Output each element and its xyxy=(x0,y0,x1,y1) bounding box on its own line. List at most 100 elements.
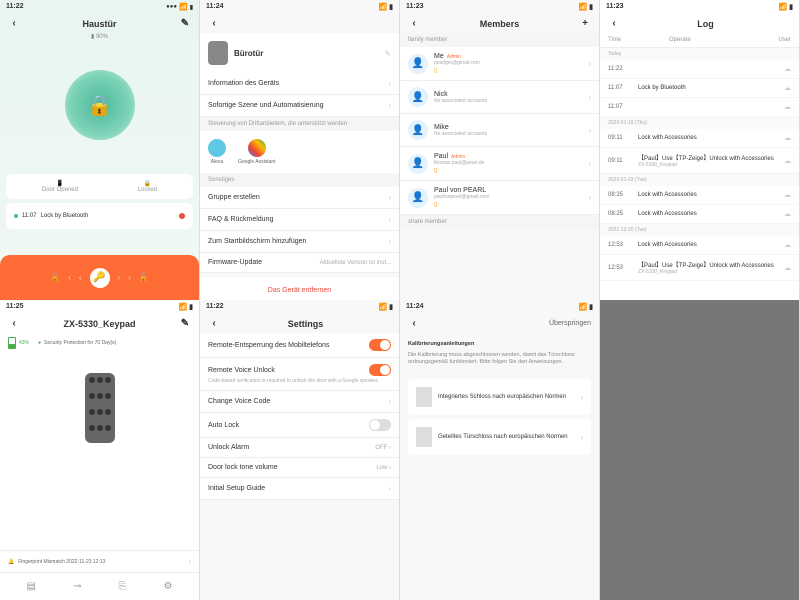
lock-right-icon: 🔒 xyxy=(139,273,149,282)
screen-members: 11:23📶 ▮ ‹Members+ family member 👤MeAdmi… xyxy=(400,0,600,300)
skip-button[interactable]: Überspringen xyxy=(549,320,591,327)
bell-icon: 🔔 xyxy=(8,559,14,565)
member-row[interactable]: 👤MeAdminpearlgm@gmail.com▯› xyxy=(400,47,599,81)
battery-info: 43%●Security Protection for 70 Day(s) xyxy=(0,333,199,353)
back-icon[interactable]: ‹ xyxy=(8,18,20,29)
alert-dot xyxy=(179,213,185,219)
event-card: 11:07Lock by Bluetooth xyxy=(6,203,193,229)
log-date: Today xyxy=(600,48,799,60)
status-locked: 🔒Locked xyxy=(138,180,157,193)
lock-icon: 🔒 xyxy=(87,93,112,118)
page-title: Log xyxy=(697,19,714,29)
option-split[interactable]: Geteiltes Türschloss nach europäischen N… xyxy=(408,419,591,455)
member-row[interactable]: 👤PaulAdminthomas.paul@pearl.de▯› xyxy=(400,147,599,181)
back-icon[interactable]: ‹ xyxy=(408,18,420,29)
add-icon[interactable]: + xyxy=(579,18,591,29)
header: ‹ Haustür ✎ xyxy=(0,14,199,33)
tab-key-icon[interactable]: ⊸ xyxy=(73,581,81,592)
tab-list-icon[interactable]: ▤ xyxy=(27,581,36,592)
page-title: Haustür xyxy=(82,19,116,29)
screen-device-settings: 11:24📶 ▮ ‹ Bürotür✎ Information des Gerä… xyxy=(200,0,400,300)
log-entry[interactable]: 08:25Lock with Accessories☁ xyxy=(600,186,799,205)
back-icon[interactable]: ‹ xyxy=(8,318,20,329)
avatar-icon: 👤 xyxy=(408,54,428,74)
device-header[interactable]: Bürotür✎ xyxy=(200,33,399,73)
log-entry[interactable]: 09:11Lock with Accessories☁ xyxy=(600,129,799,148)
screen-calibration: 11:24📶 ▮ ‹Überspringen Kalibrierungsanle… xyxy=(400,300,600,600)
log-entry[interactable]: 11:22☁ xyxy=(600,60,799,79)
unlock-key-icon[interactable]: 🔑 xyxy=(90,268,110,288)
row-info[interactable]: Information des Geräts› xyxy=(200,73,399,95)
section-third: Steuerung von Drittanbietern, die unters… xyxy=(200,117,399,131)
log-entry[interactable]: 08:25Lock with Accessories☁ xyxy=(600,205,799,224)
toggle-voice[interactable] xyxy=(369,364,391,376)
back-icon[interactable]: ‹ xyxy=(608,18,620,29)
screen-empty xyxy=(600,300,800,600)
option-integrated[interactable]: Integriertes Schloss nach europäischen N… xyxy=(408,379,591,415)
page-title: Settings xyxy=(288,319,324,329)
log-entry[interactable]: 11:07☁ xyxy=(600,98,799,117)
row-firmware[interactable]: Firmware-UpdateAktuellste Version ist in… xyxy=(200,253,399,273)
status-card: 📱Door Opened 🔒Locked xyxy=(6,174,193,199)
screen-settings: 11:22📶 ▮ ‹Settings Remote-Entsperrung de… xyxy=(200,300,400,600)
battery-label: ▮ 90% xyxy=(0,33,199,40)
member-row[interactable]: 👤MikeNo associated accounts› xyxy=(400,114,599,147)
log-entry[interactable]: 12:53【Paul】Use【TP-Zeige】Unlock with Acce… xyxy=(600,255,799,281)
screen-lock-main: 11:22●●●📶▮ ‹ Haustür ✎ ▮ 90% 🔒 📱Door Ope… xyxy=(0,0,200,300)
unlock-slider[interactable]: 🔓‹‹ 🔑 ››🔒 xyxy=(0,255,199,300)
google-button[interactable]: Google Assistant xyxy=(238,139,276,165)
row-autolock[interactable]: Auto Lock xyxy=(200,413,399,438)
row-faq[interactable]: FAQ & Rückmeldung› xyxy=(200,209,399,231)
back-icon[interactable]: ‹ xyxy=(208,318,220,329)
edit-icon[interactable]: ✎ xyxy=(179,18,191,29)
assistants: Alexa Google Assistant xyxy=(200,131,399,173)
log-date: 2023-01-19 (Thu) xyxy=(600,117,799,129)
page-title: ZX-5330_Keypad xyxy=(63,319,135,329)
remove-device-button[interactable]: Das Gerät entfernen xyxy=(200,277,399,300)
screen-log: 11:23📶 ▮ ‹Log TimeOperateUser Today 11:2… xyxy=(600,0,800,300)
row-remote-unlock[interactable]: Remote-Entsperrung des Mobiltelefons xyxy=(200,333,399,358)
lock-image-icon xyxy=(416,427,432,447)
toggle-remote[interactable] xyxy=(369,339,391,351)
back-icon[interactable]: ‹ xyxy=(208,18,220,29)
avatar-icon: 👤 xyxy=(408,120,428,140)
row-tone[interactable]: Door lock tone volumeLow › xyxy=(200,458,399,478)
toolbar: ▤ ⊸ ⎘ ⚙ xyxy=(0,573,199,600)
alexa-button[interactable]: Alexa xyxy=(208,139,226,165)
back-icon[interactable]: ‹ xyxy=(408,318,420,329)
section-other: Sonstiges xyxy=(200,173,399,187)
member-row[interactable]: 👤NickNo associated accounts› xyxy=(400,81,599,114)
event-row[interactable]: 11:07Lock by Bluetooth xyxy=(12,209,187,223)
screen-keypad: 11:25📶 ▮ ‹ZX-5330_Keypad✎ 43%●Security P… xyxy=(0,300,200,600)
page-title: Members xyxy=(480,19,520,29)
unlock-left-icon: 🔓 xyxy=(50,273,60,282)
tab-gear-icon[interactable]: ⚙ xyxy=(164,581,173,592)
battery-icon xyxy=(8,337,16,349)
edit-icon[interactable]: ✎ xyxy=(179,318,191,329)
avatar-icon: 👤 xyxy=(408,87,428,107)
member-row[interactable]: 👤Paul von PEARLpaultonpearl@gmail.com▯› xyxy=(400,181,599,215)
log-header[interactable]: TimeOperateUser xyxy=(600,33,799,48)
tab-door-icon[interactable]: ⎘ xyxy=(118,581,126,592)
row-scene[interactable]: Sofortige Szene und Automatisierung› xyxy=(200,95,399,117)
log-date: 2023-01-03 (Tue) xyxy=(600,174,799,186)
log-entry[interactable]: 09:11【Paul】Use【TP-Zeige】Unlock with Acce… xyxy=(600,148,799,174)
status-bar: 11:22●●●📶▮ xyxy=(0,0,199,14)
fingerprint-event[interactable]: 🔔Fingerprint Mismatch 2022-11-23 12:13› xyxy=(0,551,199,573)
log-entry[interactable]: 12:53Lock with Accessories☁ xyxy=(600,236,799,255)
row-home[interactable]: Zum Startbildschirm hinzufügen› xyxy=(200,231,399,253)
lock-visual[interactable]: 🔒 xyxy=(0,40,199,170)
avatar-icon: 👤 xyxy=(408,188,428,208)
log-date: 2022-12-20 (Tue) xyxy=(600,224,799,236)
row-voice-unlock[interactable]: Remote Voice UnlockCode-based verificati… xyxy=(200,358,399,391)
row-group[interactable]: Gruppe erstellen› xyxy=(200,187,399,209)
section-share: share member xyxy=(400,215,599,229)
row-setup[interactable]: Initial Setup Guide› xyxy=(200,478,399,500)
row-voice-code[interactable]: Change Voice Code› xyxy=(200,391,399,413)
row-alarm[interactable]: Unlock AlarmOFF › xyxy=(200,438,399,458)
avatar-icon: 👤 xyxy=(408,154,428,174)
toggle-autolock[interactable] xyxy=(369,419,391,431)
section-family: family member xyxy=(400,33,599,47)
log-entry[interactable]: 11:07Lock by Bluetooth☁ xyxy=(600,79,799,98)
status-door: 📱Door Opened xyxy=(42,180,78,193)
